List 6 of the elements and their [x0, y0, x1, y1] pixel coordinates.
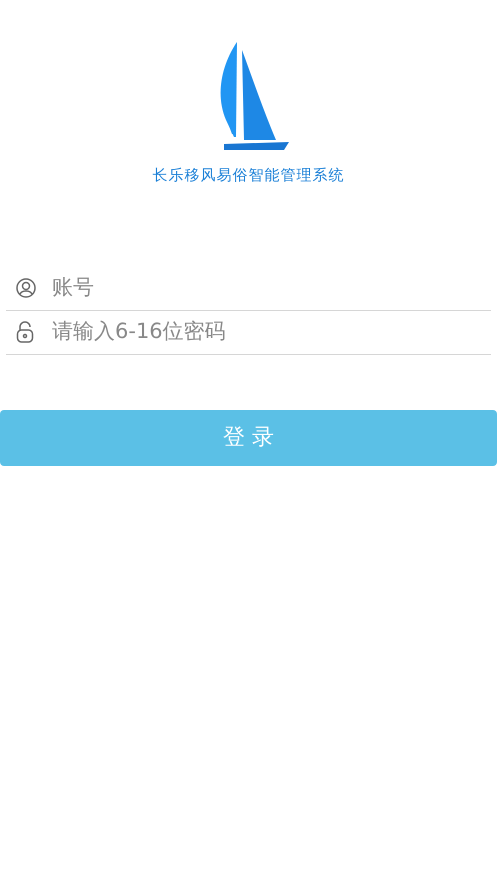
account-field[interactable]: 账号 [52, 272, 491, 304]
lock-icon [16, 321, 34, 343]
password-field[interactable]: 请输入6-16位密码 [52, 316, 491, 348]
app-title: 长乐移风易俗智能管理系统 [152, 165, 344, 186]
login-button[interactable]: 登 录 [0, 410, 497, 466]
user-icon [16, 278, 36, 298]
